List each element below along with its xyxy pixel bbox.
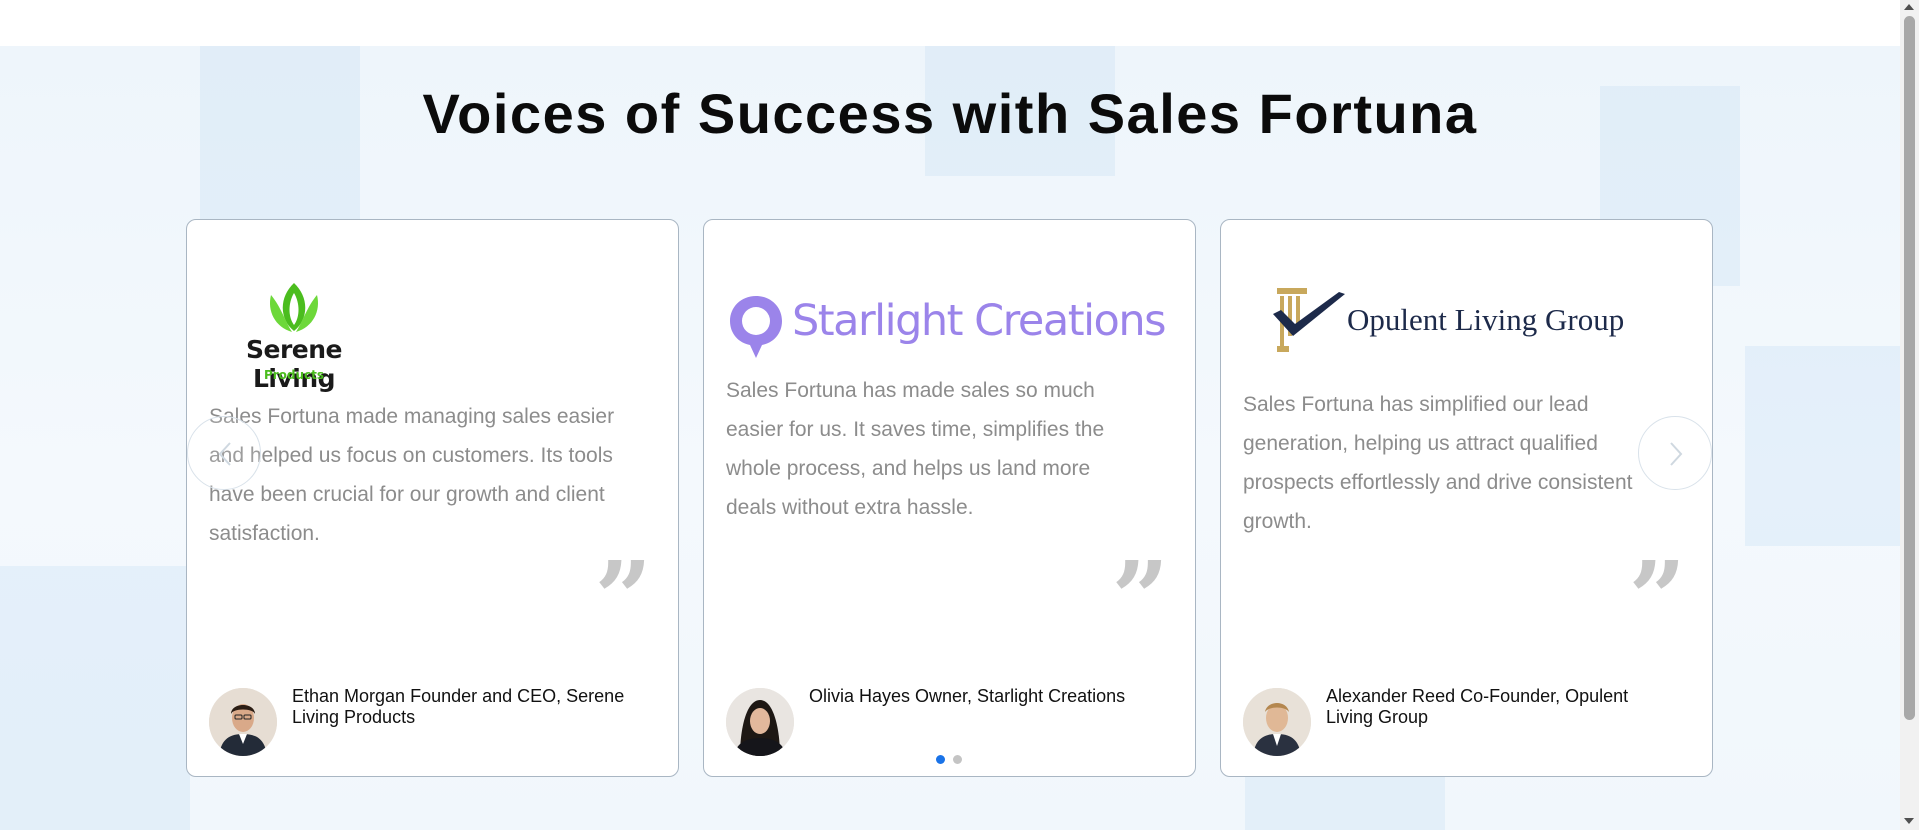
carousel-dot[interactable] (953, 755, 962, 764)
chevron-right-icon (1670, 442, 1683, 466)
top-bar (0, 0, 1900, 46)
quote-mark-icon: ” (1111, 539, 1169, 657)
serene-living-logo: Serene Living Products (209, 275, 379, 393)
background-tile (1745, 346, 1900, 546)
background-tile (0, 566, 190, 830)
testimonial-quote: Sales Fortuna has made sales so much eas… (726, 379, 1105, 519)
testimonial-card: Starlight Creations Sales Fortuna has ma… (703, 219, 1196, 777)
quote-mark-icon: ” (594, 539, 652, 657)
logo-wordmark: Serene Living (246, 335, 343, 393)
scrollbar-thumb[interactable] (1904, 16, 1915, 720)
logo-subtext: Products (263, 368, 325, 382)
section-title: Voices of Success with Sales Fortuna (422, 82, 1478, 145)
vertical-scrollbar[interactable] (1900, 0, 1919, 830)
carousel-next-button[interactable] (1638, 416, 1712, 490)
testimonials-section: Voices of Success with Sales Fortuna Ser… (0, 46, 1900, 830)
testimonial-quote: Sales Fortuna has simplified our lead ge… (1243, 393, 1633, 533)
testimonial-card: Opulent Living Group Sales Fortuna has s… (1220, 219, 1713, 777)
testimonial-quote: Sales Fortuna made managing sales easier… (209, 405, 615, 545)
quote-mark-icon: ” (1628, 539, 1686, 657)
avatar (726, 688, 794, 756)
chevron-left-icon (218, 442, 231, 466)
logo-wordmark: Starlight Creations (792, 296, 1167, 346)
opulent-living-group-logo: Opulent Living Group (1243, 280, 1683, 364)
carousel-dot[interactable] (936, 755, 945, 764)
avatar (209, 688, 277, 756)
testimonial-card: Serene Living Products Sales Fortuna mad… (186, 219, 679, 777)
logo-wordmark: Opulent Living Group (1347, 302, 1625, 337)
scroll-up-arrow-icon[interactable] (1904, 4, 1914, 10)
testimonial-author: Olivia Hayes Owner, Starlight Creations (809, 686, 1126, 706)
carousel-dots (936, 755, 962, 764)
testimonial-author: Alexander Reed Co-Founder, Opulent Livin… (1326, 686, 1629, 727)
starlight-creations-logo: Starlight Creations (726, 290, 1167, 362)
scroll-down-arrow-icon[interactable] (1904, 818, 1914, 824)
carousel-prev-button[interactable] (187, 416, 261, 490)
column-check-icon (1273, 288, 1345, 352)
avatar (1243, 688, 1311, 756)
testimonial-author: Ethan Morgan Founder and CEO, Serene Liv… (292, 686, 625, 727)
speech-bubble-icon (730, 296, 782, 358)
